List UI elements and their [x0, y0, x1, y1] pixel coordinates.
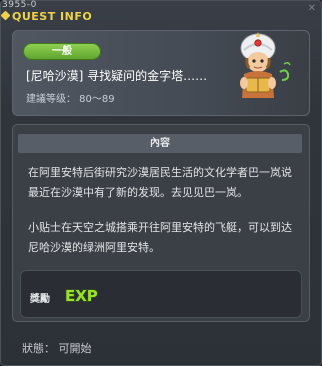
window-code: 3955-0: [2, 0, 37, 10]
close-icon[interactable]: ✕: [308, 3, 316, 14]
content-section-title: 內容: [18, 134, 302, 153]
window-title: QUEST INFO: [12, 10, 93, 23]
quest-description: 在阿里安特后街研究沙漠居民生活的文化学者巴一岚说最近在沙漠中有了新的发现。去见见…: [28, 166, 292, 199]
quest-category-badge: 一般: [24, 44, 100, 59]
exp-icon: EXP: [64, 286, 98, 305]
level-requirement: 建議等级： 80～89: [26, 94, 115, 105]
quest-name: [尼哈沙漠] 寻找疑问的金字塔……: [26, 69, 208, 83]
quest-tip: 小贴士在天空之城搭乘开往阿里安特的飞艇，可以到达尼哈沙漠的绿洲阿里安特。: [28, 221, 292, 254]
quest-status: 狀態： 可開始: [22, 342, 92, 355]
exp-text: EXP: [65, 287, 98, 305]
reward-label: 獎勵: [30, 294, 50, 305]
npc-portrait: [240, 32, 291, 98]
reward-box: [20, 270, 302, 318]
